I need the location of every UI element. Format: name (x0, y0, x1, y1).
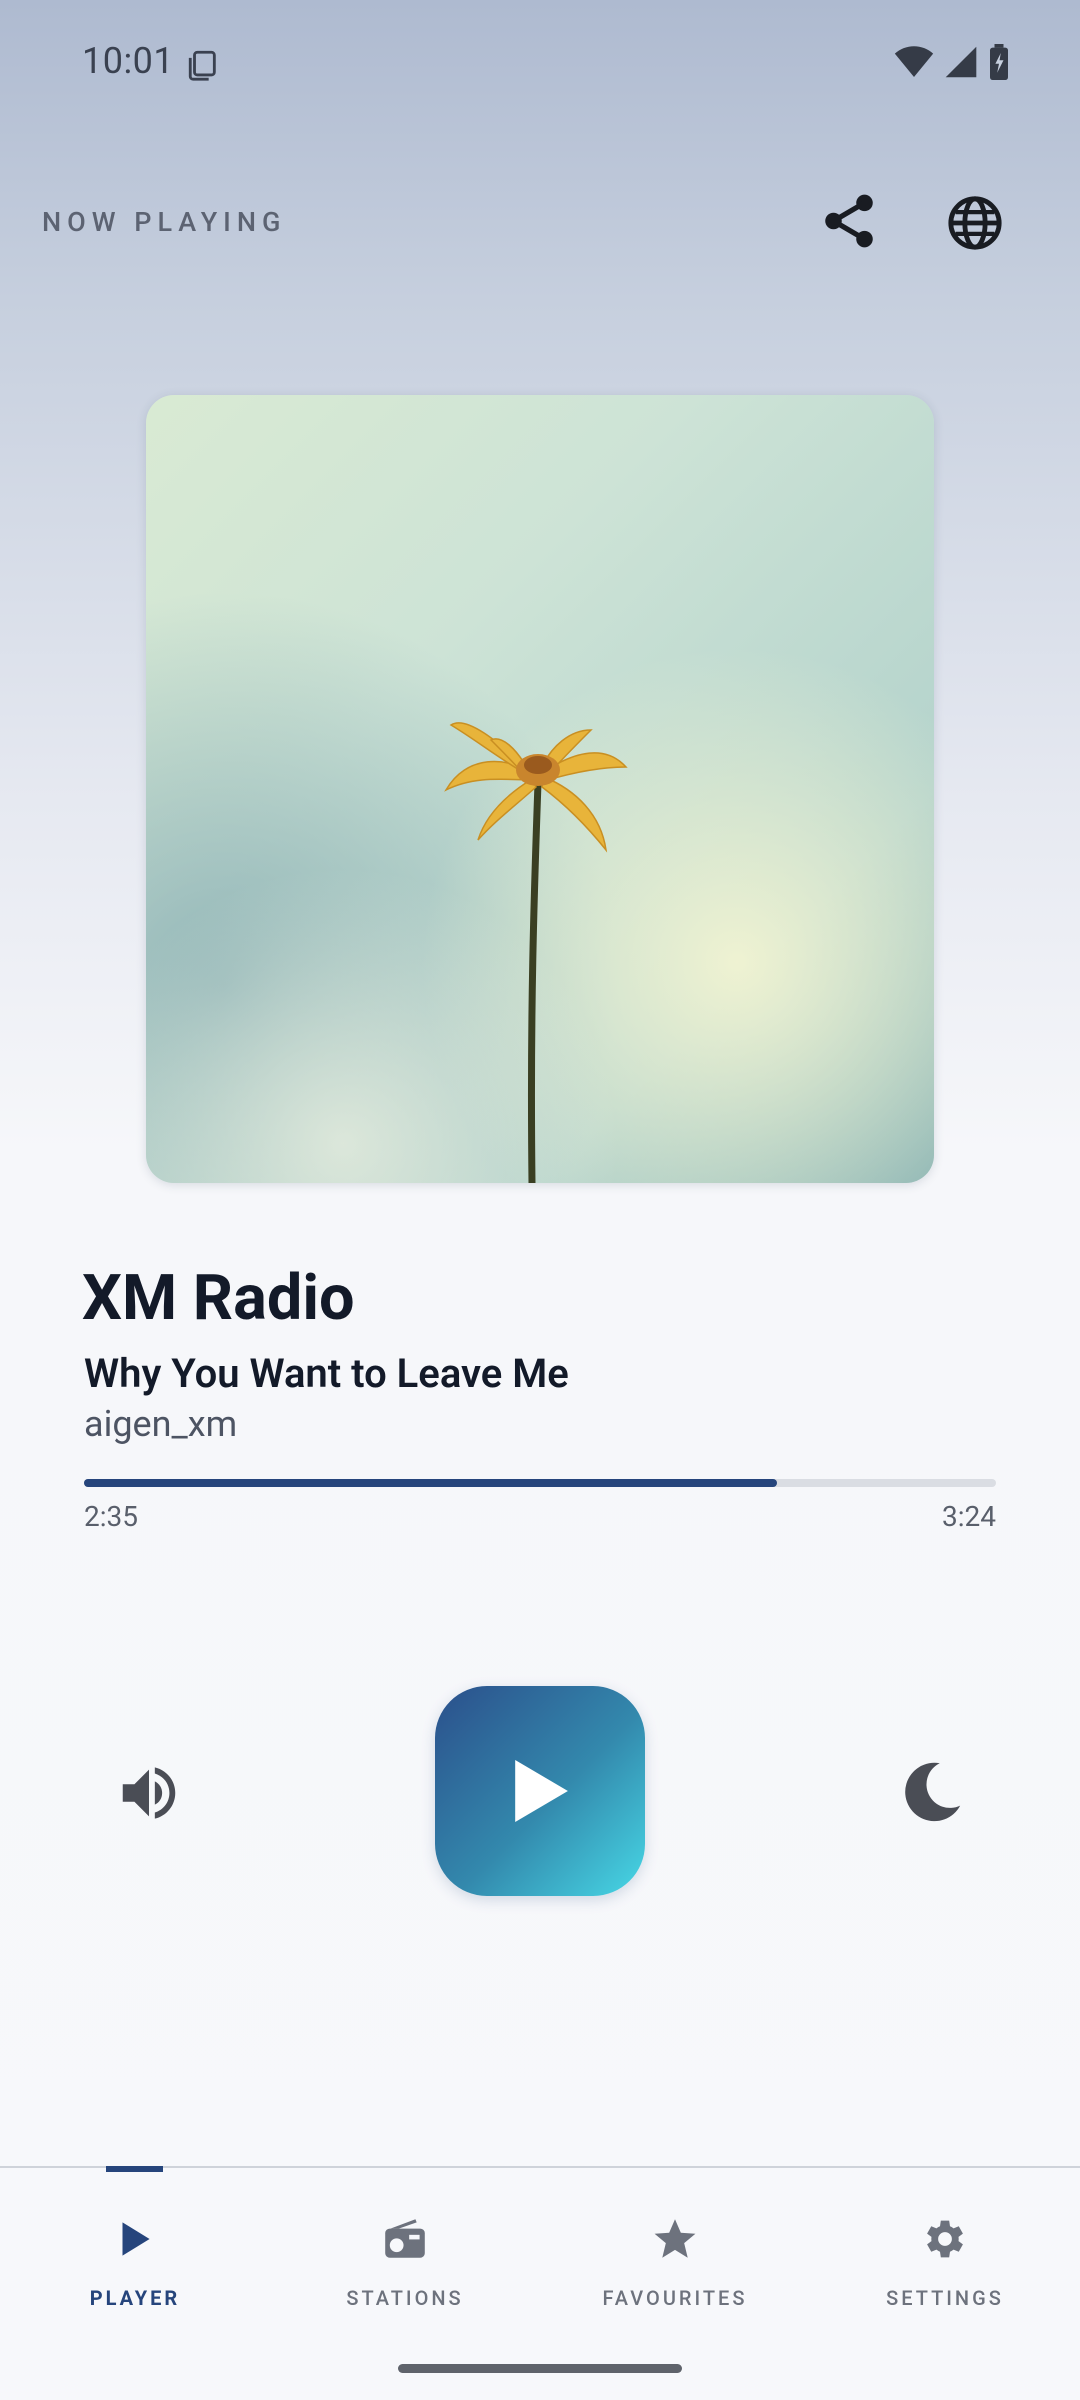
status-bar: 10:01 (0, 0, 1080, 130)
album-art (146, 395, 934, 1183)
play-icon (515, 1760, 568, 1822)
page-title: NOW PLAYING (42, 206, 287, 238)
track-artist: aigen_xm (84, 1403, 238, 1445)
radio-icon (385, 2219, 425, 2258)
battery-charging-icon (990, 44, 1008, 80)
progress-bar[interactable] (84, 1479, 996, 1487)
wifi-icon (894, 46, 934, 77)
track-title: Why You Want to Leave Me (84, 1350, 569, 1397)
nav-label-settings: SETTINGS (886, 2286, 1004, 2310)
nav-label-stations: STATIONS (346, 2286, 464, 2310)
time-elapsed: 2:35 (84, 1500, 138, 1533)
sim-card-icon (188, 50, 216, 81)
moon-icon[interactable] (896, 1756, 966, 1826)
share-icon[interactable] (818, 190, 880, 252)
nav-item-favourites[interactable]: FAVOURITES (540, 2168, 810, 2328)
nav-item-player[interactable]: PLAYER (0, 2168, 270, 2328)
play-icon (122, 2222, 150, 2256)
nav-item-stations[interactable]: STATIONS (270, 2168, 540, 2328)
progress-fill (84, 1479, 778, 1487)
star-icon (654, 2219, 696, 2258)
play-button[interactable] (435, 1686, 645, 1896)
status-icons (894, 44, 1010, 80)
status-time: 10:01 (82, 40, 175, 82)
nav-label-favourites: FAVOURITES (602, 2286, 748, 2310)
nav-item-settings[interactable]: SETTINGS (810, 2168, 1080, 2328)
gear-icon (927, 2220, 963, 2258)
volume-icon[interactable] (114, 1758, 184, 1828)
home-indicator[interactable] (398, 2364, 682, 2373)
globe-icon[interactable] (946, 194, 1004, 252)
station-name: XM Radio (82, 1262, 355, 1335)
time-total: 3:24 (942, 1500, 996, 1533)
cellular-signal-icon (945, 46, 977, 78)
nav-label-player: PLAYER (89, 2286, 181, 2310)
